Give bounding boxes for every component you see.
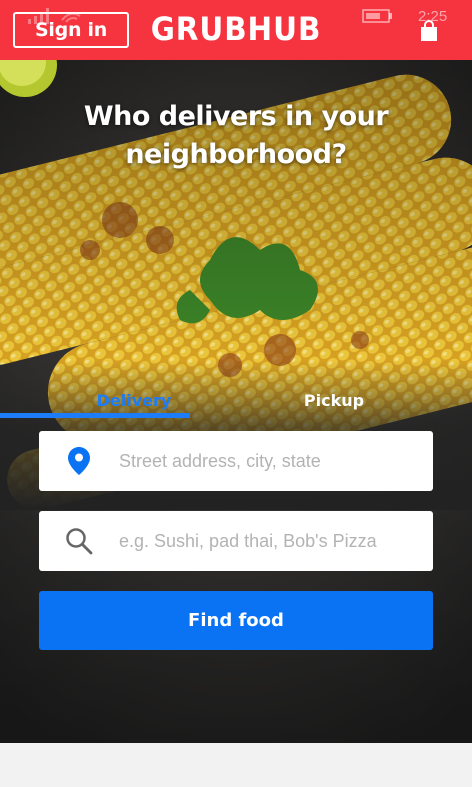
bottom-bar xyxy=(0,743,472,787)
battery-icon xyxy=(362,9,392,23)
hero-headline: Who delivers in your neighborhood? xyxy=(83,101,389,170)
hero-section: Who delivers in your neighborhood? Deliv… xyxy=(0,60,472,743)
food-search-input[interactable] xyxy=(119,512,433,570)
location-pin-icon xyxy=(39,431,119,491)
grubhub-app: Sign in GRUBHUB 2:25 Who delivers in you… xyxy=(0,0,472,787)
shopping-bag-icon[interactable] xyxy=(419,20,439,42)
active-tab-indicator xyxy=(0,413,190,418)
address-input[interactable] xyxy=(119,432,433,490)
address-field[interactable] xyxy=(39,431,433,491)
app-header: Sign in GRUBHUB 2:25 xyxy=(0,0,472,60)
food-search-field[interactable] xyxy=(39,511,433,571)
tab-pickup[interactable]: Pickup xyxy=(235,380,433,420)
find-food-button[interactable]: Find food xyxy=(39,591,433,650)
search-icon xyxy=(39,511,119,571)
